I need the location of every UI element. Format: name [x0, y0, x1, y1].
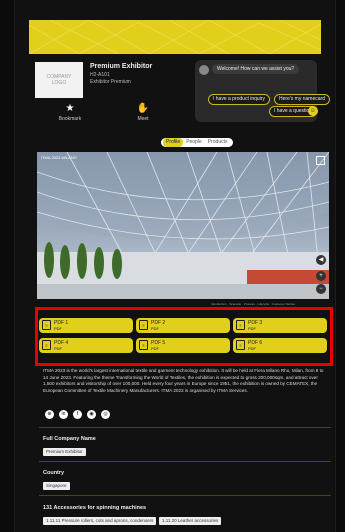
pdf-button-2[interactable]: ≡ PDF 2 PDF	[136, 318, 230, 333]
profile-tabs: Profile People Products	[161, 138, 233, 147]
quick-reply-namecard[interactable]: Here's my namecard	[274, 94, 330, 105]
divider	[39, 461, 331, 462]
document-icon: ≡	[236, 320, 245, 330]
divider	[39, 495, 331, 496]
chat-greeting: Welcome! How can we assist you?	[212, 64, 300, 74]
pdf-type: PDF	[54, 326, 62, 331]
bot-avatar	[199, 65, 209, 75]
pdf-type: PDF	[248, 326, 256, 331]
pdf-type: PDF	[54, 346, 62, 351]
user-icon: ☺	[308, 106, 318, 116]
banner	[29, 20, 321, 54]
handshake-icon: ✋	[136, 103, 150, 114]
pdf-type: PDF	[151, 326, 159, 331]
chapter-item[interactable]: Scenario	[229, 302, 241, 306]
fullscreen-icon[interactable]	[316, 156, 325, 165]
quick-reply-product-inquiry[interactable]: I have a product inquiry	[208, 94, 270, 105]
meet-button[interactable]: ✋ Meet	[123, 103, 163, 123]
category-tag: 1.11.11 Pressure rollers, cots and apron…	[43, 517, 157, 525]
facebook-icon[interactable]: f	[73, 410, 82, 419]
category-heading: 131 Accessories for spinning machines	[43, 505, 147, 511]
exhibitor-tier: Exhibitor Premium	[90, 79, 131, 85]
pdf-button-5[interactable]: ≡ PDF 5 PDF	[136, 338, 230, 353]
full-company-name-heading: Full Company Name	[43, 436, 96, 442]
video-player[interactable]: ITMA 2023 MILANO ◀ + −	[37, 152, 329, 299]
pdf-highlight	[35, 307, 333, 366]
full-company-name-value: Premium Exhibitor	[43, 448, 86, 456]
tab-products[interactable]: Products	[205, 138, 231, 147]
bookmark-button[interactable]: ★ Bookmark	[50, 103, 90, 123]
document-icon: ≡	[236, 340, 245, 350]
category-tag: 1.11.20 Leather accessories	[159, 517, 222, 525]
video-chapters: Introduction · Scenario · Process · Life…	[211, 302, 295, 306]
zoom-in-icon[interactable]: +	[316, 271, 326, 281]
chapter-item[interactable]: Introduction	[211, 302, 227, 306]
document-icon: ≡	[42, 320, 51, 330]
country-heading: Country	[43, 470, 65, 476]
linkedin-icon[interactable]: in	[59, 410, 68, 419]
country-value: Singapore	[43, 482, 70, 490]
zoom-out-icon[interactable]: −	[316, 284, 326, 294]
document-icon: ≡	[139, 320, 148, 330]
booth-number: H2-A101	[90, 72, 110, 78]
instagram-icon[interactable]: ◎	[101, 410, 110, 419]
chapter-item[interactable]: Customer Stories	[272, 302, 295, 306]
divider	[39, 427, 331, 428]
exhibitor-page: COMPANY LOGO Premium Exhibitor H2-A101 E…	[14, 0, 336, 532]
globe-icon[interactable]: ⊕	[45, 410, 54, 419]
exhibitor-name: Premium Exhibitor	[90, 63, 153, 70]
pdf-type: PDF	[151, 346, 159, 351]
tab-people[interactable]: People	[183, 138, 205, 147]
pdf-button-6[interactable]: ≡ PDF 6 PDF	[233, 338, 327, 353]
star-icon: ★	[65, 103, 75, 114]
document-icon: ≡	[139, 340, 148, 350]
company-logo: COMPANY LOGO	[35, 62, 83, 98]
pdf-type: PDF	[248, 346, 256, 351]
pdf-button-4[interactable]: ≡ PDF 4 PDF	[39, 338, 133, 353]
volume-icon[interactable]: ◀	[316, 255, 326, 265]
document-icon: ≡	[42, 340, 51, 350]
tab-profile[interactable]: Profile	[163, 138, 184, 147]
video-title: ITMA 2023 MILANO	[41, 155, 77, 160]
bookmark-label: Bookmark	[58, 116, 82, 122]
pdf-button-1[interactable]: ≡ PDF 1 PDF	[39, 318, 133, 333]
wechat-icon[interactable]: ◉	[87, 410, 96, 419]
pdf-button-3[interactable]: ≡ PDF 3 PDF	[233, 318, 327, 333]
meet-label: Meet	[137, 116, 149, 122]
chapter-item[interactable]: Lifecycle	[257, 302, 269, 306]
chapter-item[interactable]: Process	[244, 302, 255, 306]
company-description: ITMA 2023 is the world's largest interna…	[43, 368, 324, 393]
